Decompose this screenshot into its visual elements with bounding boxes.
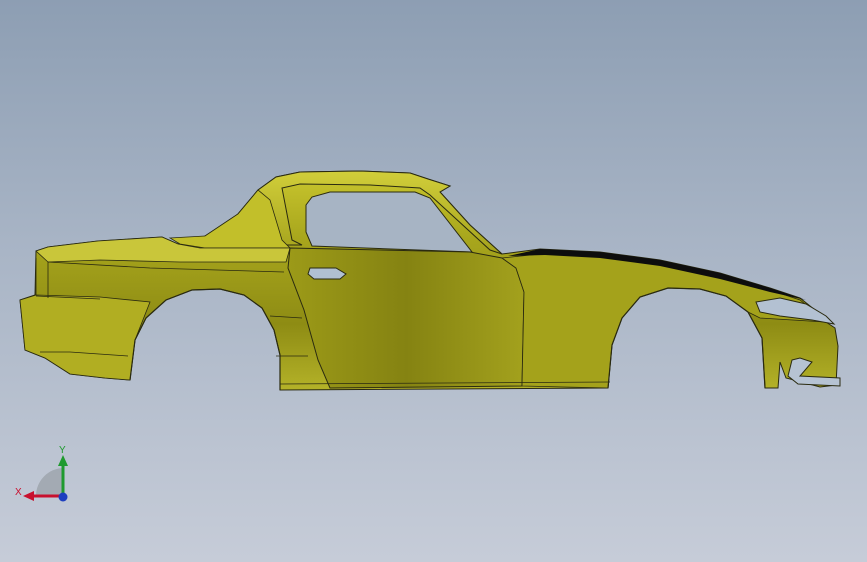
car-body-model[interactable] xyxy=(0,0,867,562)
triad-y-label: Y xyxy=(59,445,66,456)
triad-xy-plane-icon xyxy=(36,468,64,496)
triad-y-arrow-icon xyxy=(58,455,68,466)
triad-x-arrow-icon xyxy=(23,491,34,501)
graphics-viewport[interactable]: Y X xyxy=(0,0,867,562)
triad-z-axis-icon xyxy=(58,492,68,502)
triad-x-label: X xyxy=(15,487,22,498)
coordinate-triad: Y X xyxy=(15,445,68,502)
rear-bumper[interactable] xyxy=(19,294,151,381)
